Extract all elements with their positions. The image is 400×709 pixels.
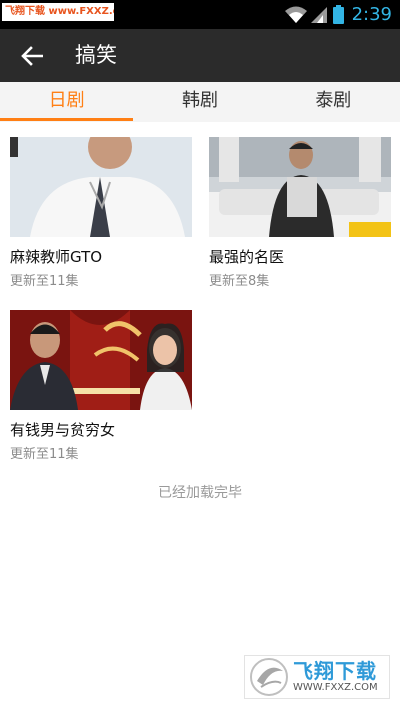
tab-indicator	[0, 118, 133, 121]
clock: 2:39	[351, 4, 392, 25]
arrow-back-icon	[21, 46, 43, 66]
fxxz-logo-icon	[250, 658, 288, 696]
watermark-name: 飞翔下载	[293, 659, 377, 683]
show-thumbnail[interactable]	[209, 137, 391, 237]
show-title: 最强的名医	[209, 248, 285, 266]
show-thumbnail[interactable]	[10, 310, 192, 410]
tab-thai-drama[interactable]: 泰剧	[267, 82, 400, 122]
back-button[interactable]	[14, 39, 50, 73]
load-complete-text: 已经加载完毕	[158, 485, 242, 501]
page-title: 搞笑	[75, 43, 117, 67]
tab-korean-drama[interactable]: 韩剧	[133, 82, 266, 122]
status-icons: 2:39	[284, 0, 400, 29]
wifi-icon	[284, 6, 307, 23]
battery-icon	[332, 5, 344, 24]
signal-icon	[310, 6, 327, 23]
show-update-status: 更新至11集	[10, 447, 79, 462]
show-title: 有钱男与贫穷女	[10, 421, 116, 439]
status-bar: 飞翔下载 www.FXXZ.com 2:39	[0, 0, 400, 29]
watermark-top: 飞翔下载 www.FXXZ.com	[2, 3, 114, 21]
category-tabs: 日剧 韩剧 泰剧	[0, 82, 400, 122]
show-thumbnail[interactable]	[10, 137, 192, 237]
show-update-status: 更新至8集	[209, 274, 270, 289]
action-bar: 搞笑	[0, 29, 400, 82]
show-update-status: 更新至11集	[10, 274, 79, 289]
watermark-url: WWW.FXXZ.COM	[293, 682, 378, 693]
tab-japanese-drama[interactable]: 日剧	[0, 82, 133, 122]
show-card[interactable]: 最强的名医 更新至8集	[209, 137, 391, 291]
show-title: 麻辣教师GTO	[10, 248, 103, 266]
show-card[interactable]: 麻辣教师GTO 更新至11集	[10, 137, 192, 291]
watermark-bottom: 飞翔下载 WWW.FXXZ.COM	[244, 655, 390, 699]
show-card[interactable]: 有钱男与贫穷女 更新至11集	[10, 310, 192, 464]
